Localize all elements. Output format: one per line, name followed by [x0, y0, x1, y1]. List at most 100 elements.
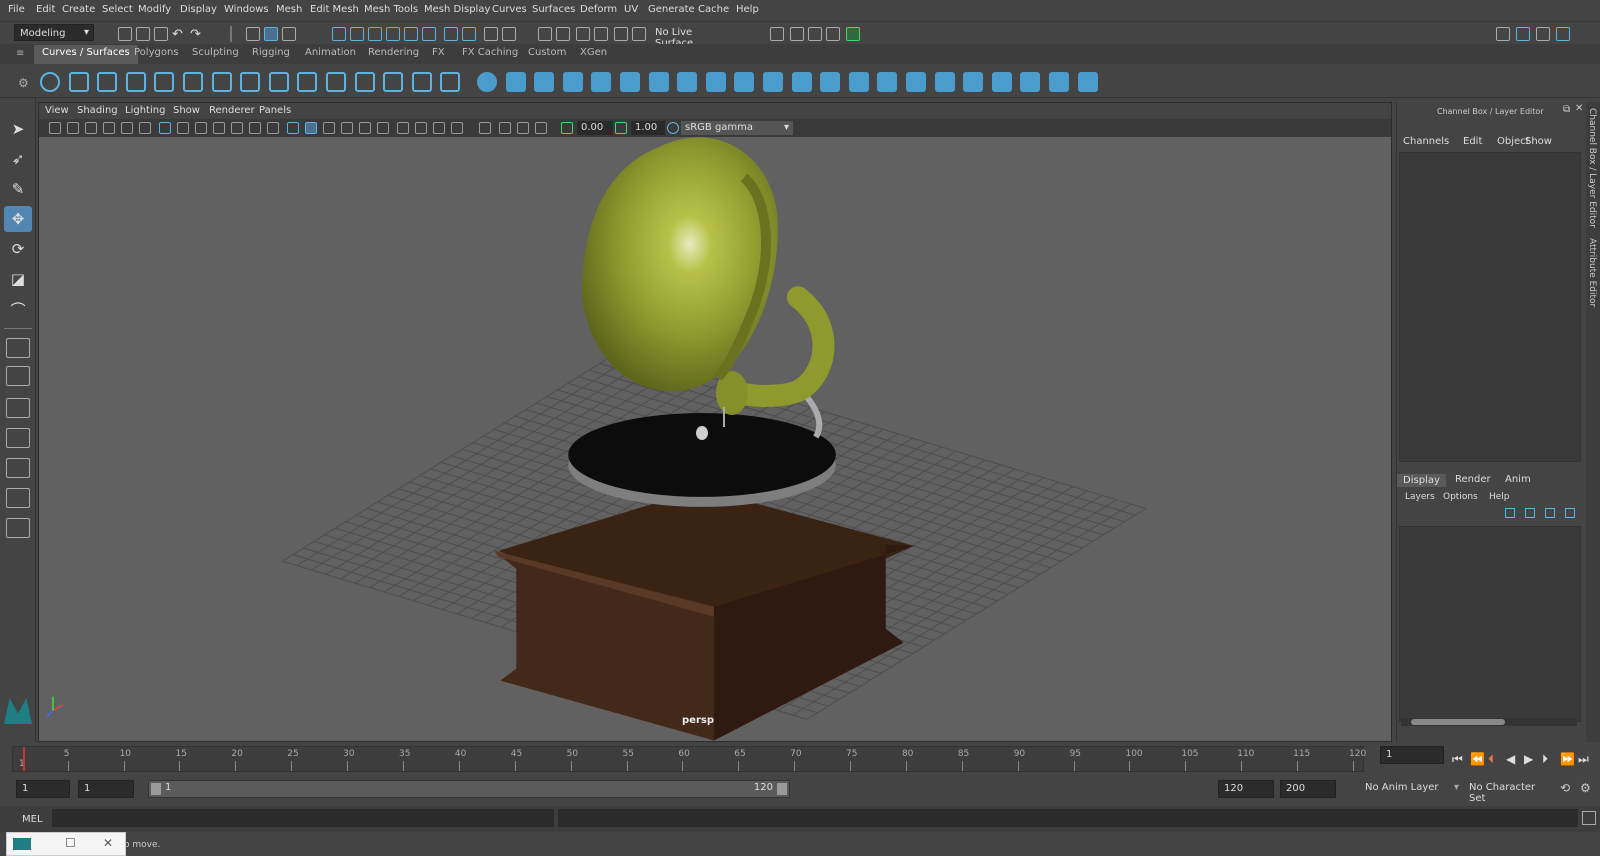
scale-tool-icon[interactable]: ◪ [4, 266, 32, 292]
maximize-icon[interactable]: ☐ [65, 836, 76, 850]
sweep-icon[interactable] [820, 72, 841, 92]
go-to-start-icon[interactable]: ⏮ [1452, 752, 1463, 767]
bezier-curve-icon[interactable] [183, 72, 203, 92]
two-d-pan-zoom-icon[interactable] [121, 122, 133, 134]
move-layer-down-icon[interactable] [1565, 508, 1575, 518]
menu-item-edit[interactable]: Edit [36, 4, 55, 15]
exposure-icon[interactable] [561, 122, 573, 134]
loft-icon[interactable] [648, 72, 669, 92]
persp-graph-layout-icon[interactable] [6, 458, 30, 478]
nurbs-cube-icon[interactable] [505, 72, 526, 92]
hypershade-layout-icon[interactable] [6, 488, 30, 508]
attach-curves-icon[interactable] [240, 72, 261, 92]
close-icon[interactable]: ✕ [1575, 103, 1583, 114]
menu-item-curves[interactable]: Curves [492, 4, 527, 15]
bookmark-icon[interactable] [85, 122, 97, 134]
range-slider[interactable]: 1 120 [148, 780, 790, 798]
nurbs-cone-icon[interactable] [562, 72, 583, 92]
circle-curve-icon[interactable] [40, 72, 60, 92]
ambient-occlusion-icon[interactable] [397, 122, 409, 134]
hypershade-icon[interactable] [846, 27, 860, 41]
last-tool-icon[interactable]: ⌒ [4, 296, 32, 322]
depth-of-field-icon[interactable] [451, 122, 463, 134]
redo-icon[interactable]: ↷ [190, 27, 204, 42]
shelf-tab-xgen[interactable]: XGen [580, 47, 607, 58]
close-icon[interactable]: ✕ [103, 836, 113, 850]
persp-outliner-layout-icon[interactable] [6, 428, 30, 448]
project-curve-icon[interactable] [991, 72, 1012, 92]
textured-icon[interactable] [341, 122, 353, 134]
go-to-end-icon[interactable]: ⏭ [1578, 752, 1589, 767]
insert-knot-icon[interactable] [411, 72, 432, 92]
colorspace-dropdown[interactable]: sRGB gamma ▾ [681, 121, 793, 135]
color-management-icon[interactable] [667, 122, 679, 134]
fillet-curve-icon[interactable] [326, 72, 346, 92]
select-component-icon[interactable] [282, 27, 296, 41]
grease-pencil-icon[interactable] [139, 122, 151, 134]
select-object-icon[interactable] [264, 27, 278, 41]
trim-icon[interactable] [877, 72, 898, 92]
square-curve-icon[interactable] [68, 72, 89, 92]
field-chart-icon[interactable] [231, 122, 243, 134]
select-tool-icon[interactable]: ➤ [4, 116, 32, 142]
script-editor-icon[interactable] [1582, 811, 1596, 825]
booleans-icon[interactable] [1049, 72, 1069, 92]
channel-menu-show[interactable]: Show [1525, 136, 1552, 147]
menu-item-cache[interactable]: Cache [698, 4, 729, 15]
save-scene-icon[interactable] [154, 27, 168, 41]
shadows-icon[interactable] [377, 122, 389, 134]
shelf-tab-animation[interactable]: Animation [305, 47, 356, 58]
rotate-tool-icon[interactable]: ⟳ [4, 236, 32, 262]
perspective-viewport[interactable]: View Shading Lighting Show Renderer Panels 0.… [38, 102, 1392, 742]
motion-blur-icon[interactable] [415, 122, 427, 134]
viewport-menu-shading[interactable]: Shading [77, 105, 118, 116]
taskbar-window-preview[interactable]: ☐ ✕ [6, 832, 126, 856]
new-layer-icon[interactable] [1505, 508, 1515, 518]
workspace-icon[interactable] [1496, 27, 1510, 41]
rebuild-curve-icon[interactable] [297, 72, 318, 92]
viewport-menu-panels[interactable]: Panels [259, 105, 291, 116]
nurbs-plane-icon[interactable] [591, 72, 612, 92]
ep-curve-icon[interactable] [125, 72, 146, 92]
end-time-field[interactable]: 200 [1280, 780, 1336, 798]
anim-layer-dropdown[interactable]: No Anim Layer [1360, 780, 1454, 798]
make-live-icon[interactable] [502, 27, 516, 41]
menu-item-windows[interactable]: Windows [224, 4, 269, 15]
nurbs-sphere-icon[interactable] [477, 72, 497, 92]
open-scene-icon[interactable] [136, 27, 150, 41]
snap-view-plane-icon[interactable] [404, 27, 418, 41]
start-time-field[interactable]: 1 [16, 780, 70, 798]
snap-grid-icon[interactable] [332, 27, 346, 41]
uv-editor-layout-icon[interactable] [6, 518, 30, 538]
shelf-tab-sculpting[interactable]: Sculpting [192, 47, 239, 58]
extend-curve-icon[interactable] [440, 72, 461, 92]
play-backward-icon[interactable]: ◀ [1506, 752, 1515, 766]
attribute-editor-side-tab[interactable]: Attribute Editor [1587, 238, 1597, 307]
channel-box-side-tab[interactable]: Channel Box / Layer Editor [1587, 108, 1597, 228]
untrim-icon[interactable] [906, 72, 926, 92]
snap-projected-icon[interactable] [386, 27, 400, 41]
menu-item-uv[interactable]: UV [624, 4, 638, 15]
gate-mask-icon[interactable] [213, 122, 225, 134]
viewport-menu-renderer[interactable]: Renderer [209, 105, 255, 116]
xray-icon[interactable] [499, 122, 511, 134]
camera-select-icon[interactable] [49, 122, 61, 134]
viewport-menu-view[interactable]: View [45, 105, 69, 116]
curve-tool-icon[interactable] [383, 72, 404, 92]
xray-joints-icon[interactable] [517, 122, 529, 134]
layer-scrollbar[interactable] [1401, 718, 1577, 726]
input-ops-icon[interactable] [576, 27, 590, 41]
range-start-handle[interactable] [151, 783, 161, 795]
viewport-scene[interactable] [39, 137, 1391, 742]
scroll-thumb[interactable] [1411, 719, 1505, 725]
playback-end-field[interactable]: 120 [1218, 780, 1274, 798]
shelf-tab-rendering[interactable]: Rendering [368, 47, 419, 58]
shelf-tab-fx-caching[interactable]: FX Caching [462, 47, 518, 58]
camera-lock-icon[interactable] [67, 122, 79, 134]
new-scene-icon[interactable] [118, 27, 132, 41]
move-tool-icon[interactable]: ✥ [4, 206, 32, 232]
cv-curve-icon[interactable] [97, 72, 118, 92]
rebuild-surface-icon[interactable] [1077, 72, 1098, 92]
tool-settings-toggle-icon[interactable] [1556, 27, 1570, 41]
render-frame-icon[interactable] [790, 27, 804, 41]
